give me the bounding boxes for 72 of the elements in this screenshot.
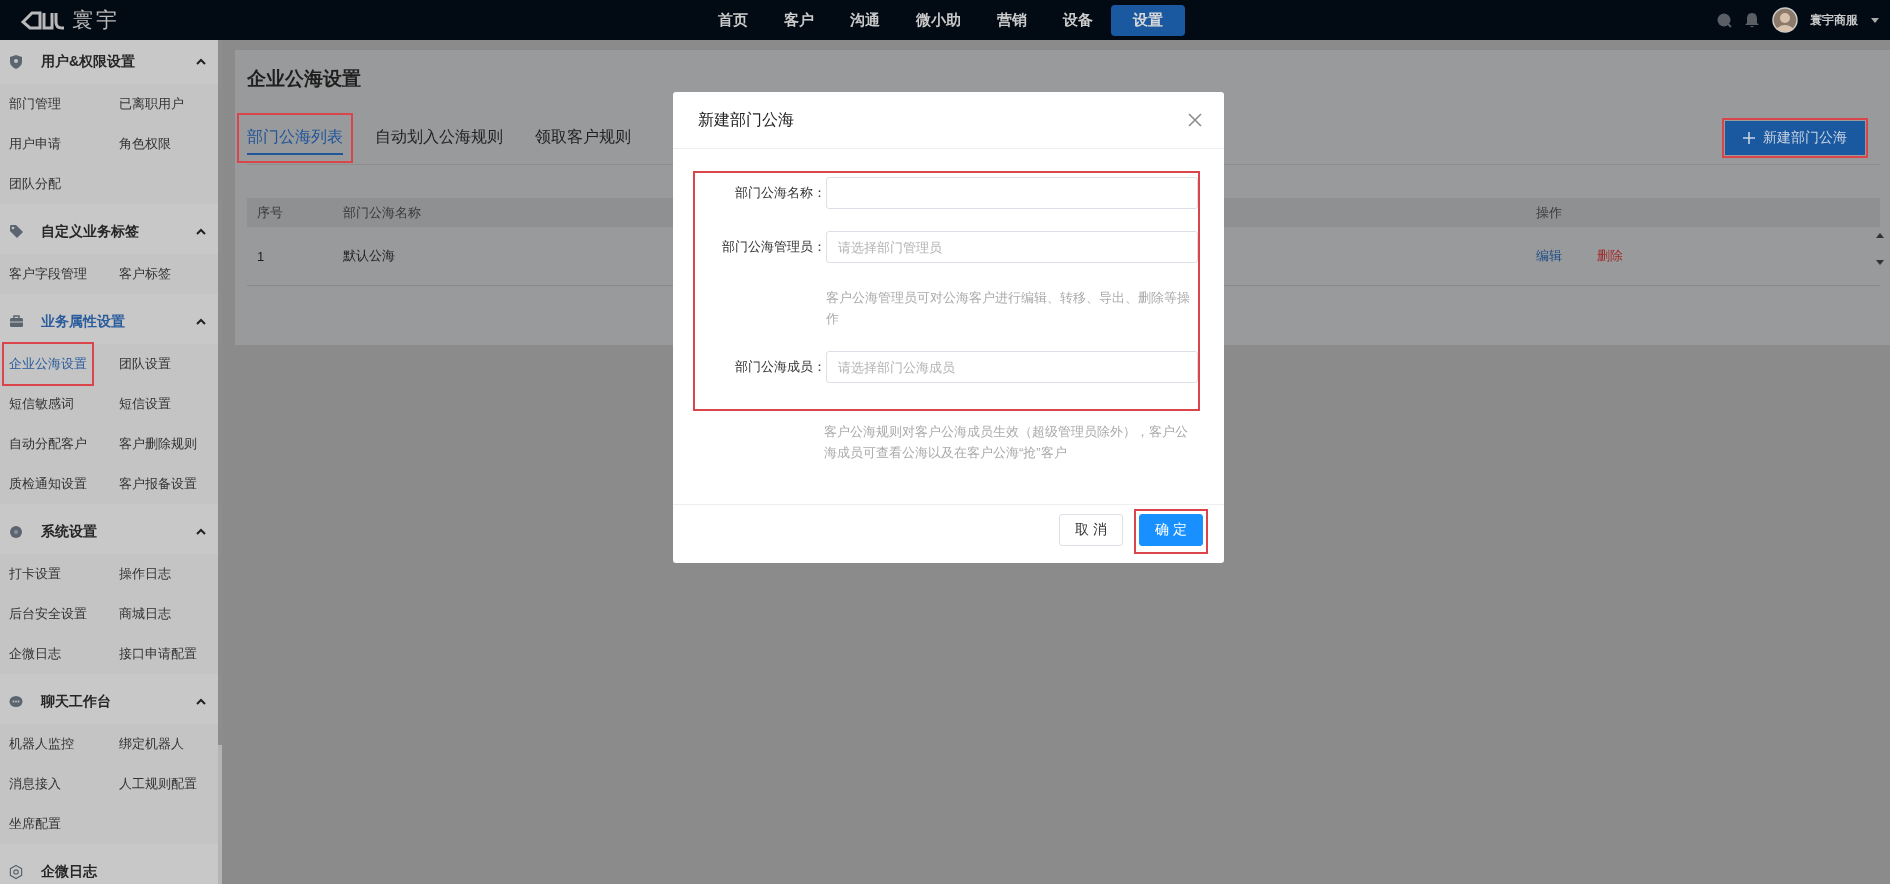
sidebar-item[interactable]: 团队设置 [117,350,173,378]
sidebar-item[interactable]: 企微日志 [7,640,63,668]
close-icon[interactable] [1188,113,1202,127]
sidebar-item[interactable]: 短信敏感词 [7,390,76,418]
page-title: 企业公海设置 [247,67,361,91]
sidebar-item[interactable]: 自动分配客户 [7,430,89,458]
tab[interactable]: 自动划入公海规则 [375,121,503,155]
nav-tab[interactable]: 微小助 [898,4,979,36]
plus-icon [1743,132,1755,144]
hint-text: 客户公海规则对客户公海成员生效（超级管理员除外），客户公海成员可查看公海以及在客户公海“抢”客户 [824,423,1189,462]
field-label: 部门公海成员： [734,358,826,376]
sidebar-item[interactable]: 短信设置 [117,390,173,418]
field-label: 部门公海管理员： [721,238,826,256]
sidebar-item[interactable]: 团队分配 [7,170,63,198]
chat-bubble-icon [9,694,23,710]
shield-icon [9,54,23,70]
sidebar-group-title[interactable]: 自定义业务标签 [41,223,139,241]
new-button[interactable]: 新建部门公海 [1725,121,1865,155]
sidebar-item[interactable]: 角色权限 [117,130,173,158]
sidebar-item[interactable]: 后台安全设置 [7,600,89,628]
sidebar-item[interactable]: 部门管理 [7,90,63,118]
input-field[interactable]: 请选择部门管理员 [826,231,1198,263]
nav-tab[interactable]: 设置 [1111,4,1185,36]
sidebar-item[interactable]: 绑定机器人 [117,730,186,758]
scroll-down-icon [1876,259,1884,266]
gear-icon [9,524,23,540]
sidebar-item[interactable]: 用户申请 [7,130,63,158]
avatar-icon [1772,7,1798,33]
caret-icon [1870,16,1880,24]
nav-tab[interactable]: 客户 [766,4,832,36]
tab[interactable]: 领取客户规则 [535,121,631,155]
logo-text: 寰宇 [72,7,120,33]
sidebar-group-title[interactable]: 聊天工作台 [41,693,111,711]
sidebar-group-title[interactable]: 业务属性设置 [41,313,125,331]
sidebar-item[interactable]: 客户标签 [117,260,173,288]
search-icon [1716,12,1732,28]
sidebar-item[interactable]: 质检通知设置 [7,470,89,498]
briefcase-icon [9,314,23,330]
sidebar-item[interactable]: 商城日志 [117,600,173,628]
sidebar-item[interactable]: 人工规则配置 [117,770,199,798]
table-cell: 1 [247,227,333,286]
sidebar-item[interactable]: 客户删除规则 [117,430,199,458]
sidebar-group-title[interactable]: 企微日志 [41,863,97,881]
sidebar-item[interactable]: 客户报备设置 [117,470,199,498]
nav-tab[interactable]: 营销 [979,4,1045,36]
nav-tab[interactable]: 首页 [700,4,766,36]
sidebar-item[interactable]: 已离职用户 [117,90,186,118]
dialog-title: 新建部门公海 [698,109,794,130]
nav-tab[interactable]: 设备 [1045,4,1111,36]
cancel-button[interactable]: 取 消 [1059,513,1124,546]
sidebar-item[interactable]: 客户字段管理 [7,260,89,288]
input-field[interactable] [826,177,1198,209]
sidebar-item[interactable]: 坐席配置 [7,810,63,838]
hint-text: 客户公海管理员可对公海客户进行编辑、转移、导出、删除等操作 [826,289,1191,328]
hexagon-icon [9,864,23,880]
sidebar-item[interactable]: 操作日志 [117,560,173,588]
tag-icon [9,224,23,240]
user-name[interactable]: 寰宇商服 [1810,11,1858,29]
nav-tab[interactable]: 沟通 [832,4,898,36]
sidebar-item[interactable]: 机器人监控 [7,730,76,758]
sidebar-item[interactable]: 企业公海设置 [7,350,89,378]
sidebar-item[interactable]: 打卡设置 [7,560,63,588]
sidebar-item[interactable]: 消息接入 [7,770,63,798]
bell-icon [1744,11,1760,29]
sidebar-group-title[interactable]: 系统设置 [41,523,97,541]
scrollbar[interactable] [218,40,222,884]
scroll-up-icon [1876,232,1884,239]
column-header: 操作 [1526,198,1880,227]
sidebar-item[interactable]: 接口申请配置 [117,640,199,668]
sidebar-group-title[interactable]: 用户&权限设置 [41,53,136,71]
input-field[interactable]: 请选择部门公海成员 [826,351,1198,383]
column-header: 序号 [247,198,333,227]
